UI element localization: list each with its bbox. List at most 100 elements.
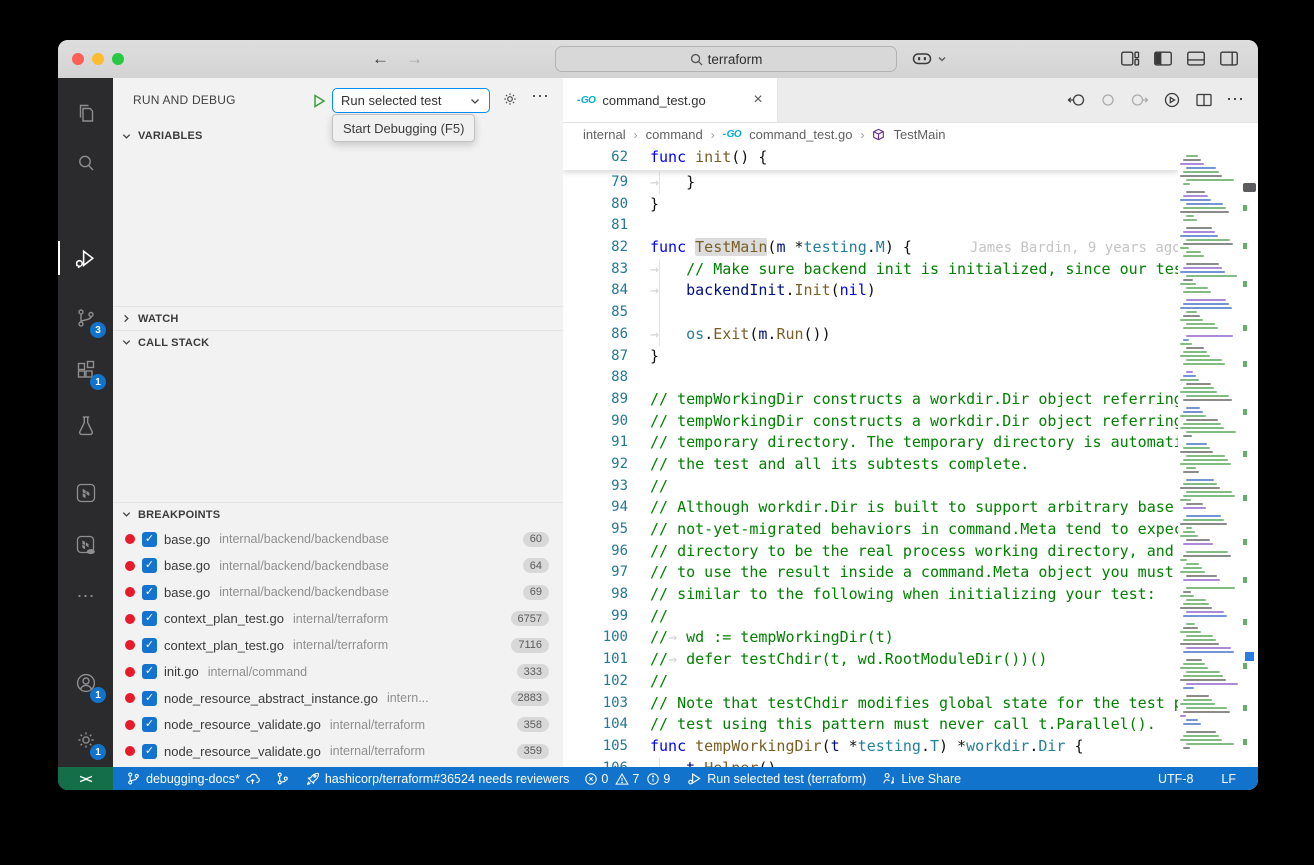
breakpoint-checkbox[interactable] [142, 585, 157, 600]
close-tab-icon[interactable] [749, 91, 767, 109]
launch-configuration-value: Run selected test [341, 93, 441, 108]
toggle-secondary-sidebar-icon[interactable] [1218, 48, 1240, 70]
commit-graph-status-item[interactable] [275, 771, 290, 786]
breakpoint-file: base.go [164, 558, 210, 573]
code-line: 62func init() { [563, 147, 1178, 169]
sidebar-item-terraform-cloud[interactable] [58, 528, 113, 562]
sidebar-item-testing[interactable] [58, 408, 113, 442]
breadcrumb-separator [634, 128, 638, 142]
pull-request-status-item[interactable]: hashicorp/terraform#36524 needs reviewer… [305, 771, 570, 786]
problems-status-item[interactable]: 0 7 9 [584, 772, 672, 786]
close-window-button[interactable] [72, 53, 84, 65]
cloud-upload-icon [245, 771, 260, 786]
additional-views-button[interactable] [58, 579, 113, 613]
breakpoint-row[interactable]: node_resource_validate.gointernal/terraf… [113, 712, 563, 739]
editor-more-actions-icon[interactable] [1226, 89, 1244, 110]
forward-circle-icon[interactable] [1130, 90, 1150, 110]
sticky-scroll-line[interactable]: 62func init() { [563, 147, 1178, 170]
breadcrumb-item[interactable]: internal [583, 127, 626, 142]
toggle-primary-sidebar-icon[interactable] [1152, 48, 1174, 70]
breakpoint-row[interactable]: context_plan_test.gointernal/terraform67… [113, 606, 563, 633]
breakpoint-row[interactable]: base.gointernal/backend/backendbase69 [113, 579, 563, 606]
tab-command-test-go[interactable]: GO command_test.go [563, 78, 778, 122]
minimize-window-button[interactable] [92, 53, 104, 65]
sidebar-item-run-and-debug[interactable] [58, 241, 113, 275]
change-marker [1243, 243, 1247, 249]
navigate-back-button[interactable] [372, 47, 389, 71]
code-line: 92// the test and all its subtests compl… [563, 454, 1178, 476]
zoom-window-button[interactable] [112, 53, 124, 65]
line-number: 98 [563, 584, 650, 606]
breakpoint-checkbox[interactable] [142, 638, 157, 653]
code-editor[interactable]: 62func init() { 79→ }80}8182func TestMai… [563, 147, 1178, 767]
sidebar-item-extensions[interactable]: 1 [58, 353, 113, 387]
code-lines: 79→ }80}8182func TestMain(m *testing.M) … [563, 172, 1178, 767]
line-number: 93 [563, 476, 650, 498]
breakpoint-row[interactable]: context_plan_test.gointernal/terraform71… [113, 632, 563, 659]
start-debugging-button[interactable] [308, 90, 330, 112]
change-marker [1243, 451, 1247, 457]
encoding-status-item[interactable]: UTF-8 [1158, 772, 1193, 786]
code-line: 103// Note that testChdir modifies globa… [563, 693, 1178, 715]
breakpoint-dot-icon [125, 561, 135, 571]
eol-status-item[interactable]: LF [1221, 772, 1236, 786]
git-branch-icon [126, 771, 141, 786]
breakpoint-checkbox[interactable] [142, 664, 157, 679]
explorer-icon [74, 101, 98, 125]
line-number: 105 [563, 736, 650, 758]
launch-configuration-select[interactable]: Run selected test [332, 88, 490, 113]
breadcrumb-item[interactable]: TestMain [893, 127, 945, 142]
back-circle-icon[interactable] [1066, 90, 1086, 110]
scrollbar-thumb[interactable] [1243, 183, 1256, 192]
breakpoint-path: internal/backend/backendbase [219, 559, 389, 573]
run-circle-icon[interactable] [1162, 90, 1182, 110]
breadcrumb-item[interactable]: command_test.go [749, 127, 852, 142]
section-watch[interactable]: WATCH [113, 306, 563, 330]
breakpoint-row[interactable]: init.gointernal/command333 [113, 659, 563, 686]
live-share-status-item[interactable]: Live Share [881, 771, 961, 786]
sidebar-item-terraform[interactable] [58, 476, 113, 510]
minimap[interactable] [1178, 147, 1242, 767]
accounts-button[interactable]: 1 [58, 666, 113, 700]
toggle-panel-icon[interactable] [1185, 48, 1207, 70]
circle-icon[interactable] [1098, 90, 1118, 110]
breakpoint-row[interactable]: base.gointernal/backend/backendbase64 [113, 553, 563, 580]
breakpoint-checkbox[interactable] [142, 558, 157, 573]
breakpoint-checkbox[interactable] [142, 717, 157, 732]
breakpoint-checkbox[interactable] [142, 691, 157, 706]
breakpoint-row[interactable]: node_resource_validate.gointernal/terraf… [113, 738, 563, 765]
settings-button[interactable]: 1 [58, 723, 113, 757]
section-label: WATCH [138, 313, 179, 325]
section-call-stack[interactable]: CALL STACK [113, 330, 563, 354]
breakpoint-dot-icon [125, 587, 135, 597]
sidebar-item-explorer[interactable] [58, 96, 113, 130]
code-line: 105func tempWorkingDir(t *testing.T) *wo… [563, 736, 1178, 758]
split-editor-icon[interactable] [1194, 90, 1214, 110]
customize-layout-icon[interactable] [1119, 48, 1141, 70]
panel-more-actions-button[interactable] [531, 86, 549, 107]
branch-status-item[interactable]: debugging-docs* [126, 771, 260, 786]
code-line: 87} [563, 346, 1178, 368]
run-test-status-item[interactable]: Run selected test (terraform) [687, 771, 866, 786]
sidebar-item-source-control[interactable]: 3 [58, 301, 113, 335]
breadcrumb-item[interactable]: command [646, 127, 703, 142]
section-breakpoints[interactable]: BREAKPOINTS [113, 502, 563, 526]
chevron-down-icon [121, 509, 132, 520]
breakpoint-checkbox[interactable] [142, 744, 157, 759]
navigate-forward-button[interactable] [406, 47, 423, 71]
activity-bar: 3 1 1 1 [58, 78, 113, 767]
chevron-down-icon [121, 131, 132, 142]
sidebar-item-search[interactable] [58, 146, 113, 180]
code-line: 104// test using this pattern must never… [563, 714, 1178, 736]
command-center-search[interactable]: terraform [555, 46, 897, 72]
remote-indicator[interactable] [58, 767, 113, 790]
breakpoint-checkbox[interactable] [142, 532, 157, 547]
info-count: 9 [663, 772, 670, 786]
breakpoint-path: internal/command [208, 665, 307, 679]
line-number: 91 [563, 432, 650, 454]
copilot-menu[interactable] [910, 47, 947, 71]
breakpoint-checkbox[interactable] [142, 611, 157, 626]
breakpoint-row[interactable]: node_resource_abstract_instance.gointern… [113, 685, 563, 712]
breakpoint-row[interactable]: base.gointernal/backend/backendbase60 [113, 526, 563, 553]
debug-settings-button[interactable] [501, 90, 519, 113]
